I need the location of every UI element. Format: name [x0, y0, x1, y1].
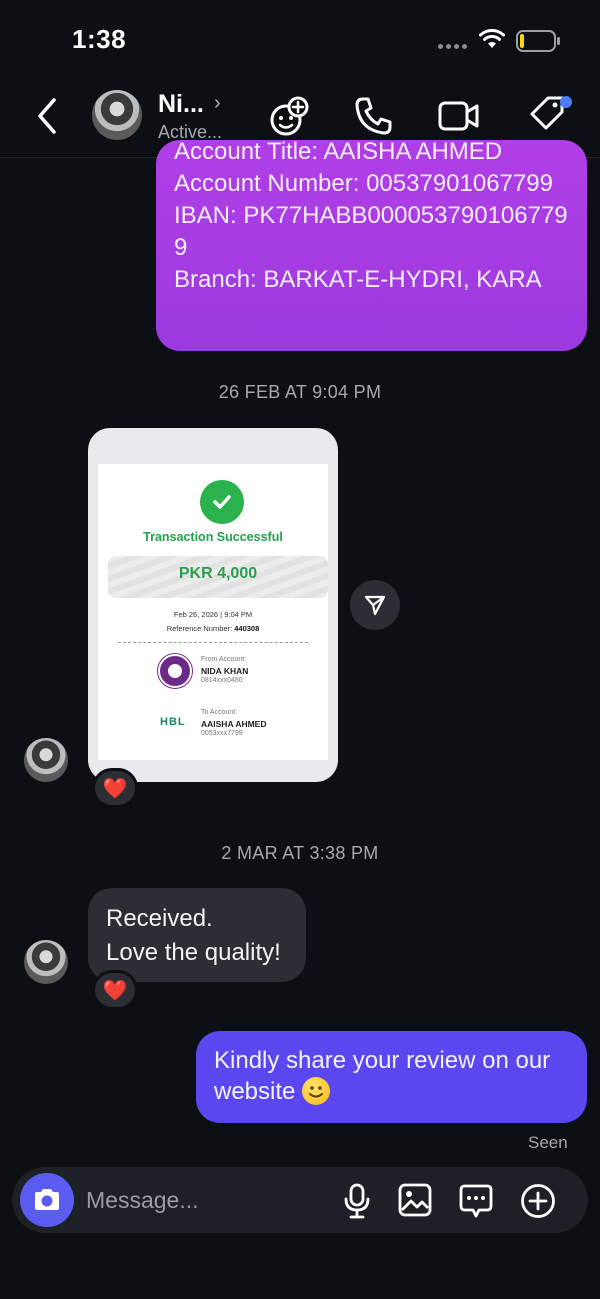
sender-avatar[interactable] [24, 738, 68, 782]
outgoing-message-account-details[interactable]: Account Title: AAISHA AHMED Account Numb… [156, 140, 587, 351]
send-icon [364, 595, 386, 616]
message-text-wrap: Kindly share your review on our website [214, 1045, 573, 1107]
meezan-bank-logo [158, 654, 192, 688]
camera-button[interactable] [20, 1173, 74, 1227]
timestamp: 2 MAR AT 3:38 PM [221, 843, 379, 863]
message-text: Received. Love the quality! [106, 905, 281, 966]
sender-avatar[interactable] [24, 940, 68, 984]
microphone-icon[interactable] [342, 1183, 372, 1219]
check-circle-icon [200, 480, 244, 524]
to-name: AAISHA AHMED [201, 719, 267, 729]
transaction-date: Feb 26, 2026 | 9:04 PM [173, 610, 253, 619]
battery-icon [516, 30, 560, 52]
to-account: 0053xxx7799 [201, 730, 243, 737]
sticker-add-icon[interactable] [268, 96, 310, 138]
contact-avatar[interactable] [92, 90, 142, 140]
reference-label: Reference Number: [166, 624, 233, 633]
smile-emoji-icon [302, 1077, 331, 1105]
camera-icon [35, 1189, 59, 1210]
message-text: Account Title: AAISHA AHMED Account Numb… [174, 140, 568, 293]
receipt-image: Transaction Successful PKR 4,000 Feb 26,… [98, 464, 328, 760]
from-label: From Account: [201, 656, 247, 663]
transaction-amount: PKR 4,000 [178, 565, 258, 582]
status-time: 1:38 [72, 24, 127, 54]
heart-reaction[interactable]: ❤️ [92, 970, 138, 1010]
hbl-bank-logo: HBL [160, 716, 186, 728]
status-bar: 1:38 [0, 0, 600, 80]
share-button[interactable] [350, 580, 400, 630]
from-account: 0814xxx0480 [201, 677, 243, 684]
gallery-icon[interactable] [398, 1183, 432, 1217]
reference-value: 440308 [234, 624, 260, 633]
contact-name[interactable]: Ni... [158, 90, 204, 119]
chevron-right-icon[interactable]: › [214, 92, 221, 115]
heart-icon: ❤️ [102, 777, 128, 800]
outgoing-message[interactable]: Kindly share your review on our website [196, 1031, 587, 1123]
seen-indicator: Seen [528, 1133, 568, 1152]
notification-dot [560, 96, 572, 108]
back-arrow-icon[interactable] [36, 96, 60, 136]
heart-reaction[interactable]: ❤️ [92, 768, 138, 808]
timestamp: 26 FEB AT 9:04 PM [218, 382, 382, 402]
message-input[interactable] [86, 1185, 326, 1215]
phone-call-icon[interactable] [354, 96, 392, 136]
transaction-reference: Reference Number: 440308 [98, 624, 328, 633]
heart-icon: ❤️ [102, 979, 128, 1002]
transaction-title: Transaction Successful [143, 530, 283, 544]
add-circle-icon[interactable] [520, 1183, 556, 1219]
chat-bubble-icon[interactable] [458, 1183, 494, 1219]
amount-box: PKR 4,000 [108, 556, 328, 598]
message-text: Kindly share your review on our website [214, 1047, 551, 1105]
incoming-photo-receipt[interactable]: Transaction Successful PKR 4,000 Feb 26,… [88, 428, 338, 782]
cellular-signal-icon [438, 44, 467, 49]
to-label: To Account: [201, 709, 238, 716]
message-composer [12, 1167, 588, 1233]
incoming-message[interactable]: Received. Love the quality! [88, 888, 306, 982]
from-name: NIDA KHAN [201, 666, 249, 676]
tag-icon[interactable] [528, 94, 574, 136]
wifi-icon [479, 29, 505, 48]
dashed-divider [118, 642, 308, 643]
video-call-icon[interactable] [438, 98, 480, 134]
